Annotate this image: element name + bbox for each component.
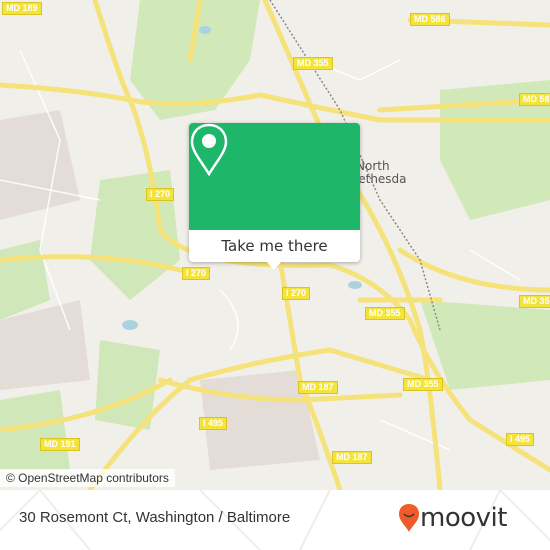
moovit-logo[interactable]: moovit <box>398 503 507 533</box>
road-shield: MD 355 <box>365 307 405 320</box>
road-shield: MD 355 <box>293 57 333 70</box>
map-pin-icon <box>190 123 228 177</box>
road-shield: I 270 <box>282 287 311 300</box>
moovit-pin-icon <box>399 504 419 532</box>
road-shield: MD 187 <box>298 381 338 394</box>
road-shield: I 270 <box>182 267 211 280</box>
address-label: 30 Rosemont Ct, Washington / Baltimore <box>19 509 291 526</box>
popup-pointer <box>266 261 282 270</box>
road-shield: I 270 <box>146 188 175 201</box>
road-shield: MD 355 <box>519 295 550 308</box>
road-shield: I 495 <box>506 433 535 446</box>
take-me-there-button[interactable]: Take me there <box>189 230 360 262</box>
road-shield: I 495 <box>199 417 228 430</box>
road-shield: MD 191 <box>40 438 80 451</box>
road-shield: MD 189 <box>2 2 42 15</box>
brand-name: moovit <box>420 503 507 533</box>
road-shield: MD 355 <box>403 378 443 391</box>
map-attribution[interactable]: © OpenStreetMap contributors <box>0 469 175 487</box>
popup-header <box>189 123 360 230</box>
road-shield: MD 586 <box>410 13 450 26</box>
road-shield: MD 187 <box>332 451 372 464</box>
map[interactable]: MD 189 MD 355 MD 586 MD 58 I 270 I 270 I… <box>0 0 550 490</box>
road-shield: MD 58 <box>519 93 550 106</box>
take-me-there-popup[interactable]: Take me there <box>189 123 360 270</box>
